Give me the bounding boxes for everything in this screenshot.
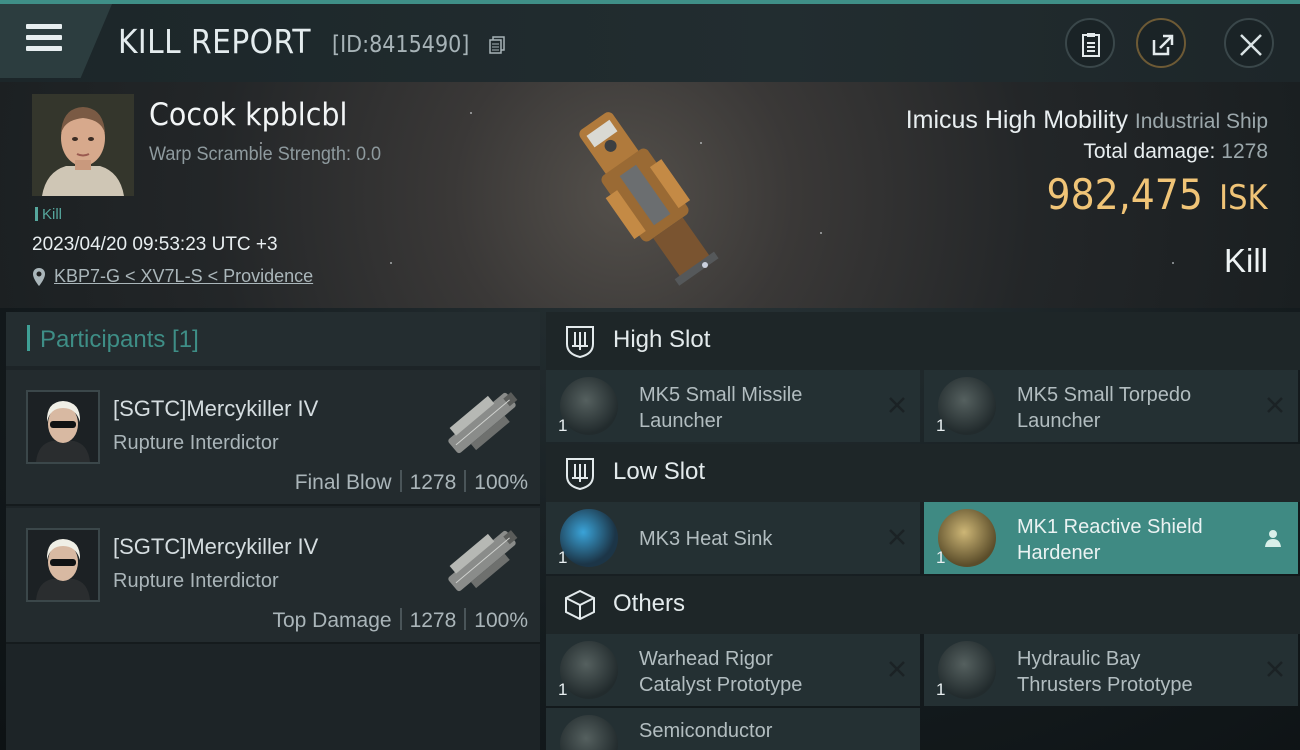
module-slot[interactable]: 1 MK1 Reactive Shield Hardener xyxy=(924,502,1298,574)
participant-card[interactable]: [SGTC]Mercykiller IV Rupture Interdictor… xyxy=(6,508,540,644)
low-slot-header: Low Slot xyxy=(546,444,1300,502)
participant-stats: Top Damage 1278 100% xyxy=(272,608,528,633)
total-damage: Total damage: 1278 xyxy=(1083,140,1268,164)
ship-image[interactable] xyxy=(555,95,735,295)
torpedo-launcher-icon xyxy=(938,377,996,435)
participant-card[interactable]: [SGTC]Mercykiller IV Rupture Interdictor… xyxy=(6,370,540,506)
module-name: Warhead Rigor Catalyst Prototype xyxy=(639,648,803,696)
module-quantity: 1 xyxy=(558,680,568,699)
high-slot-icon xyxy=(566,326,594,358)
ship-class: Industrial Ship xyxy=(1134,110,1268,133)
heat-sink-icon xyxy=(560,509,618,567)
destroyed-x-icon xyxy=(1267,661,1283,677)
module-quantity: 1 xyxy=(936,548,946,567)
participant-ship: Rupture Interdictor xyxy=(113,570,279,592)
kill-datetime: 2023/04/20 09:53:23 UTC +3 xyxy=(32,234,278,255)
ship-name: Imicus High Mobility Industrial Ship xyxy=(906,106,1268,135)
kill-tag: Kill xyxy=(35,206,62,223)
module-name: MK3 Heat Sink xyxy=(639,528,773,550)
close-icon xyxy=(1240,34,1262,56)
participant-damage: 1278 xyxy=(409,471,457,494)
participant-avatar[interactable] xyxy=(26,390,100,464)
rig-icon xyxy=(938,641,996,699)
total-damage-label: Total damage: xyxy=(1083,140,1216,163)
close-button[interactable] xyxy=(1224,18,1274,68)
participant-role: Top Damage xyxy=(272,609,392,632)
participants-title: Participants [1] xyxy=(40,326,199,353)
menu-icon[interactable] xyxy=(26,22,64,56)
low-slot-icon xyxy=(566,458,594,490)
others-header: Others xyxy=(546,576,1300,634)
participant-name[interactable]: [SGTC]Mercykiller IV xyxy=(113,396,318,422)
module-slot[interactable]: 1 Warhead Rigor Catalyst Prototype xyxy=(546,634,920,706)
module-slot[interactable]: 1 Hydraulic Bay Thrusters Prototype xyxy=(924,634,1298,706)
ship-model: Imicus High Mobility xyxy=(905,106,1128,134)
destroyed-x-icon xyxy=(889,529,905,545)
participant-role: Final Blow xyxy=(294,471,392,494)
participant-ship-image xyxy=(448,392,518,454)
kill-type-label: Kill xyxy=(1223,242,1268,279)
module-slot[interactable]: Semiconductor xyxy=(546,708,920,750)
high-slot-header: High Slot xyxy=(546,312,1300,370)
module-quantity: 1 xyxy=(936,680,946,699)
high-slot-title: High Slot xyxy=(613,326,711,353)
victim-portrait[interactable] xyxy=(32,94,134,196)
person-icon xyxy=(1265,530,1281,547)
kill-report-window: KILL REPORT [ID:8415490] Cocok kpblcbl W… xyxy=(0,0,1300,750)
share-icon xyxy=(1152,34,1174,56)
copy-icon[interactable] xyxy=(489,36,505,54)
module-name: Semiconductor xyxy=(639,720,773,742)
module-quantity: 1 xyxy=(558,416,568,435)
report-id: [ID:8415490] xyxy=(332,32,470,58)
module-slot[interactable]: 1 MK5 Small Missile Launcher xyxy=(546,370,920,442)
participants-header[interactable]: Participants [1] xyxy=(6,312,540,366)
location-text[interactable]: KBP7-G < XV7L-S < Providence xyxy=(54,266,313,286)
destroyed-x-icon xyxy=(889,397,905,413)
share-button[interactable] xyxy=(1136,18,1186,68)
participant-percent: 100% xyxy=(474,471,528,494)
victim-name[interactable]: Cocok kpblcbl xyxy=(149,97,347,133)
participant-ship-image xyxy=(448,530,518,592)
others-title: Others xyxy=(613,590,686,617)
warp-scramble-strength: Warp Scramble Strength: 0.0 xyxy=(149,144,382,165)
participant-ship: Rupture Interdictor xyxy=(113,432,279,454)
location-pin-icon xyxy=(33,268,45,286)
participant-stats: Final Blow 1278 100% xyxy=(295,470,528,495)
participant-name[interactable]: [SGTC]Mercykiller IV xyxy=(113,534,318,560)
semiconductor-icon xyxy=(560,715,618,750)
module-slot[interactable]: 1 MK5 Small Torpedo Launcher xyxy=(924,370,1298,442)
destroyed-x-icon xyxy=(1267,397,1283,413)
isk-unit: ISK xyxy=(1219,178,1268,218)
module-name: MK1 Reactive Shield Hardener xyxy=(1017,516,1203,564)
total-damage-value: 1278 xyxy=(1221,140,1268,163)
rig-icon xyxy=(560,641,618,699)
module-name: MK5 Small Missile Launcher xyxy=(639,384,803,432)
clipboard-button[interactable] xyxy=(1065,18,1115,68)
module-quantity: 1 xyxy=(558,548,568,567)
shield-hardener-icon xyxy=(938,509,996,567)
cube-icon xyxy=(565,589,595,621)
low-slot-title: Low Slot xyxy=(613,458,706,485)
module-name: Hydraulic Bay Thrusters Prototype xyxy=(1017,648,1193,696)
module-slot[interactable]: 1 MK3 Heat Sink xyxy=(546,502,920,574)
page-title: KILL REPORT xyxy=(118,22,312,61)
participant-percent: 100% xyxy=(474,609,528,632)
module-quantity: 1 xyxy=(936,416,946,435)
location-link[interactable]: KBP7-G < XV7L-S < Providence xyxy=(32,266,313,287)
isk-amount: 982,475 xyxy=(1046,170,1204,219)
destroyed-x-icon xyxy=(889,661,905,677)
participant-damage: 1278 xyxy=(409,609,457,632)
module-name: MK5 Small Torpedo Launcher xyxy=(1017,384,1192,432)
participant-avatar[interactable] xyxy=(26,528,100,602)
clipboard-icon xyxy=(1082,33,1100,57)
isk-value: 982,475 ISK xyxy=(1047,170,1268,219)
missile-launcher-icon xyxy=(560,377,618,435)
